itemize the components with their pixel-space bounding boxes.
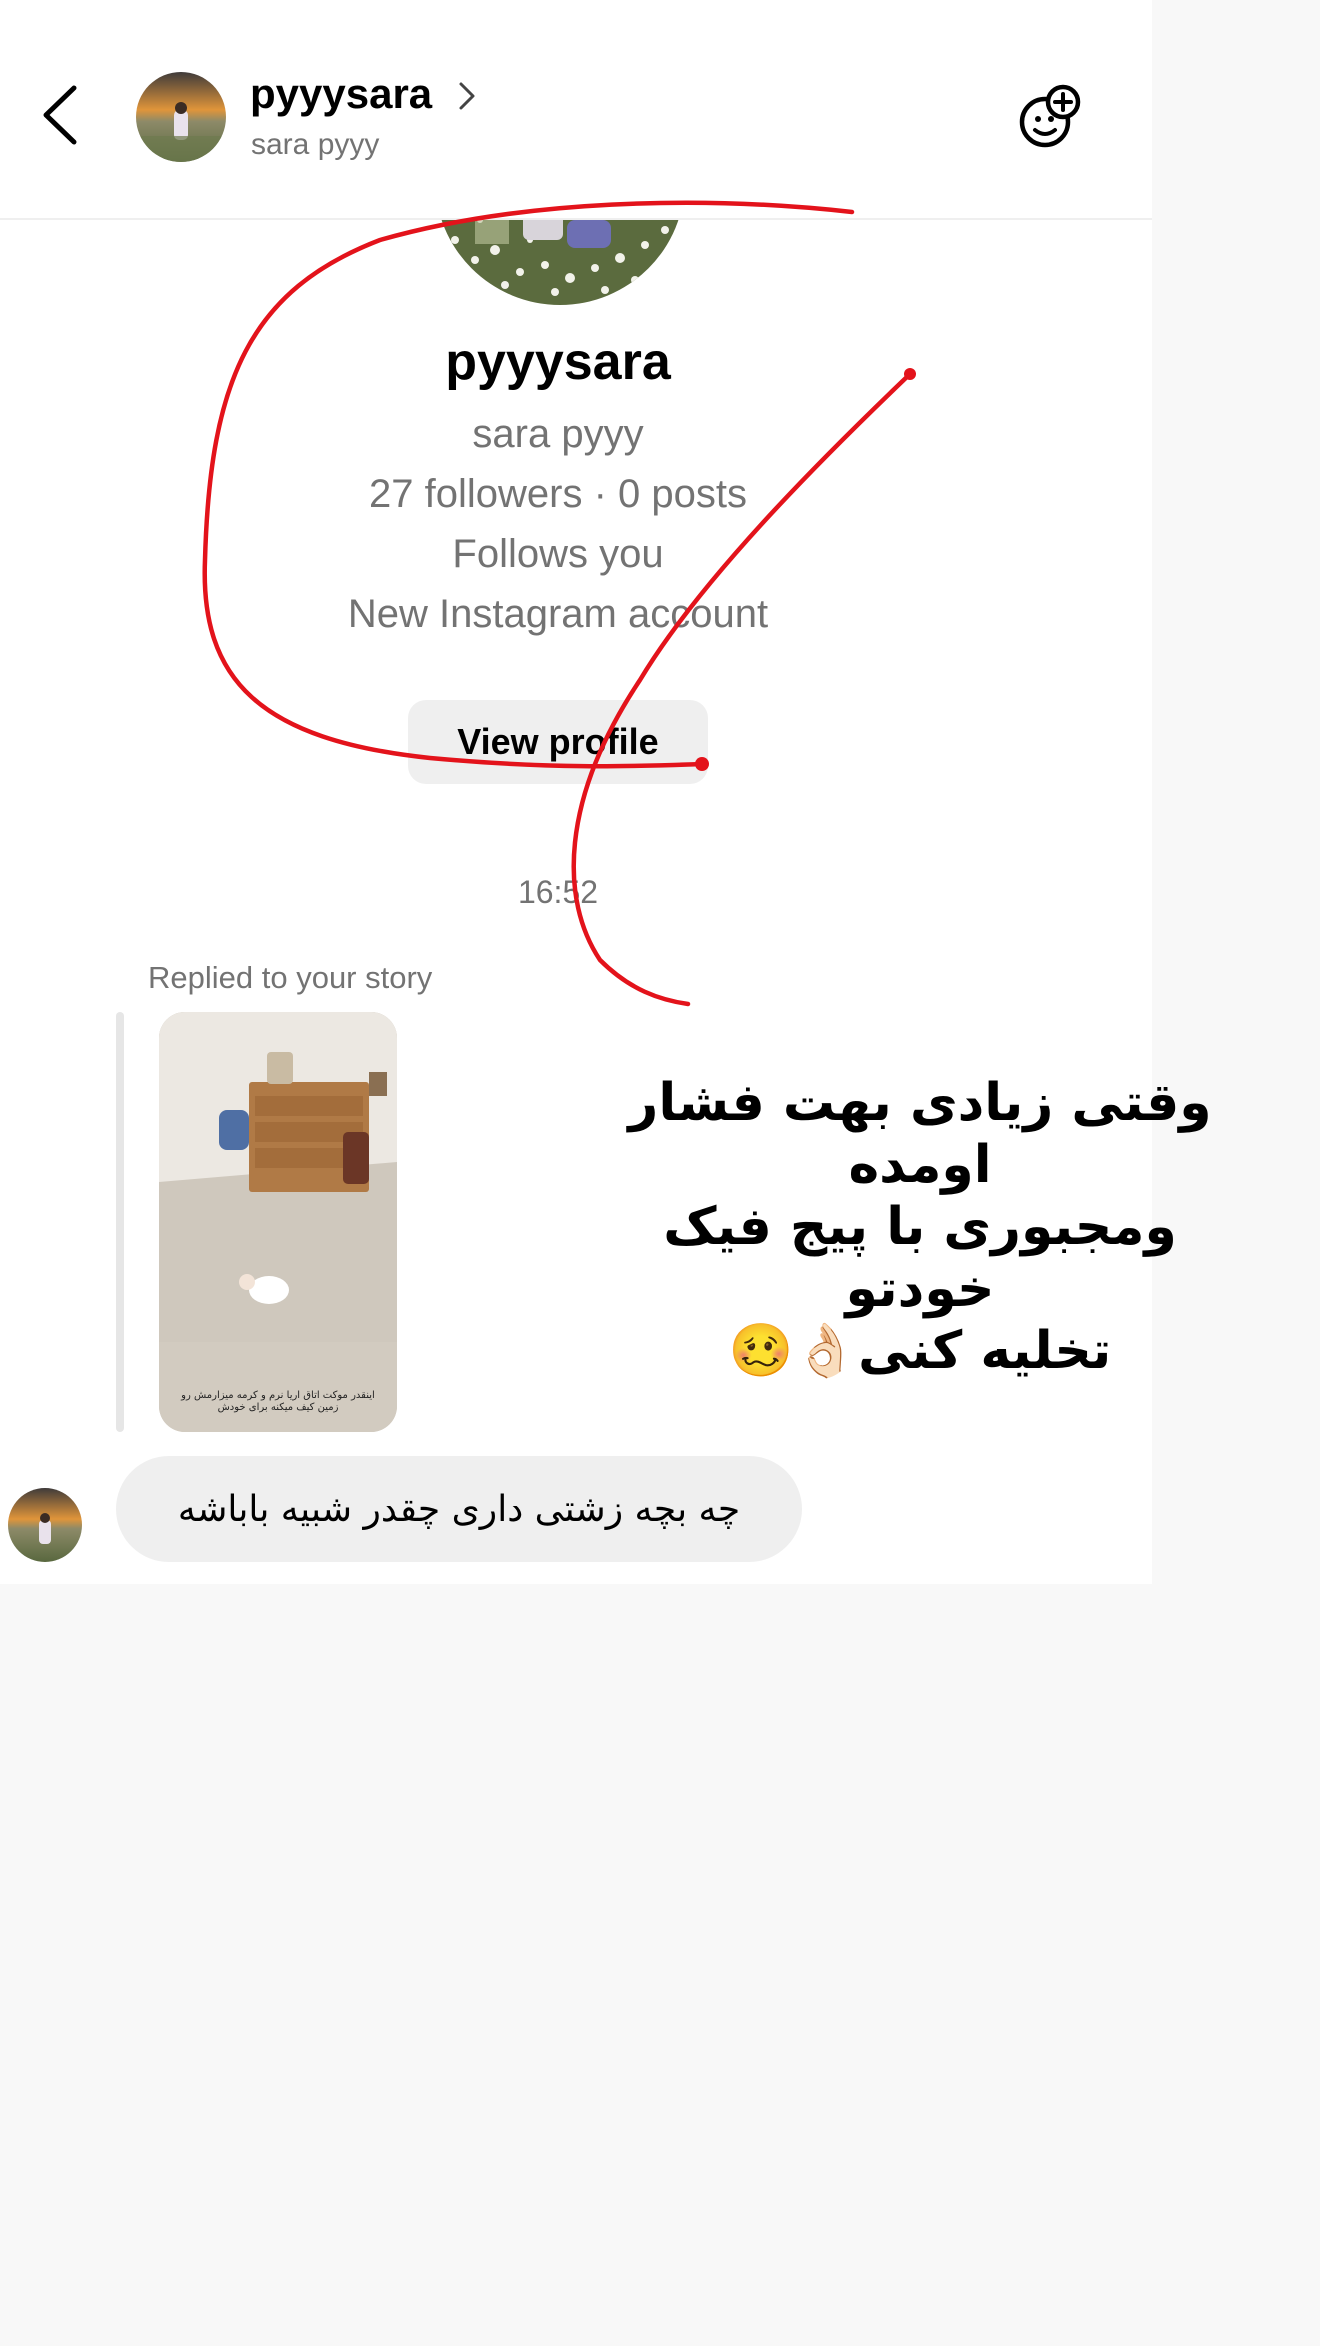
- header-subname: sara pyyy: [251, 128, 380, 161]
- follows-you-label: Follows you: [452, 532, 664, 576]
- overlay-line-3: تخلیه کنی👌🏻🥴: [600, 1320, 1240, 1382]
- header-username[interactable]: pyyysara: [250, 70, 432, 118]
- message-timestamp: 16:52: [517, 874, 599, 910]
- overlay-line-2: ومجبوری با پیج فیک خودتو: [663, 1197, 1177, 1319]
- profile-full-name: sara pyyy: [472, 412, 644, 456]
- view-profile-button[interactable]: View profile: [408, 700, 708, 784]
- story-thumbnail[interactable]: اینقدر موکت اتاق اریا نرم و کرمه میزارمش…: [159, 1012, 397, 1432]
- header-avatar[interactable]: [136, 72, 226, 162]
- reply-indicator-bar: [116, 1012, 124, 1432]
- overlay-line-3-text: تخلیه کنی: [858, 1321, 1112, 1381]
- chevron-right-icon[interactable]: [456, 78, 478, 114]
- sender-avatar[interactable]: [8, 1488, 82, 1562]
- profile-stats: 27 followers · 0 posts: [369, 472, 747, 516]
- story-caption: اینقدر موکت اتاق اریا نرم و کرمه میزارمش…: [181, 1390, 375, 1413]
- overlay-caption: وقتی زیادی بهت فشار اومده ومجبوری با پیج…: [600, 1072, 1240, 1382]
- replied-to-story-label: Replied to your story: [148, 960, 433, 995]
- add-sticker-icon[interactable]: [1015, 82, 1085, 152]
- new-account-label: New Instagram account: [347, 592, 769, 636]
- overlay-line-1: وقتی زیادی بهت فشار اومده: [628, 1073, 1212, 1195]
- profile-username: pyyysara: [445, 333, 671, 391]
- message-bubble[interactable]: چه بچه زشتی داری چقدر شبیه باباشه: [116, 1456, 802, 1562]
- overlay-emoji: 👌🏻🥴: [728, 1321, 859, 1381]
- thread-header: pyyysara sara pyyy: [0, 0, 1152, 220]
- back-chevron-icon[interactable]: [36, 80, 86, 150]
